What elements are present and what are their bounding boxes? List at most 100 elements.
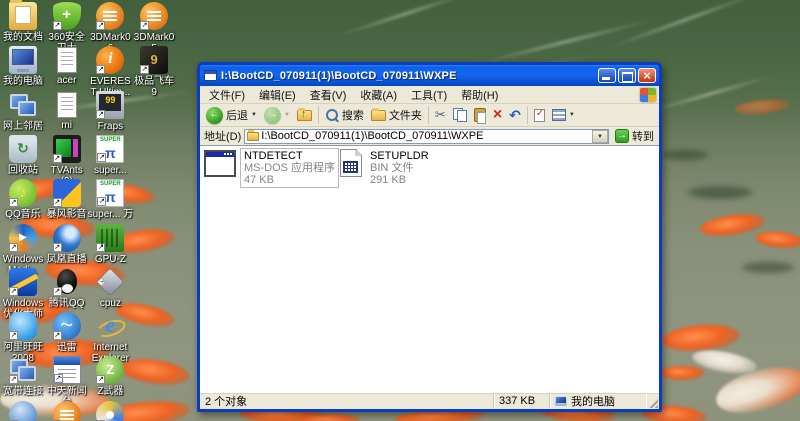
desktop-icon-image [52, 268, 81, 296]
desktop-icon[interactable] [87, 400, 133, 421]
menu-item[interactable]: 查看(V) [303, 86, 354, 104]
desktop-icon[interactable] [0, 400, 46, 421]
desktop-icon[interactable]: 迅雷 [44, 312, 90, 353]
shortcut-arrow-icon [140, 21, 150, 30]
desktop-icon-image [96, 46, 125, 75]
window-title: I:\BootCD_070911(1)\BootCD_070911\WXPE [221, 69, 457, 82]
desktop-icon-image [9, 46, 37, 75]
desktop-icon[interactable]: 腾讯QQ [44, 268, 90, 309]
menu-item[interactable]: 工具(T) [404, 86, 454, 104]
minimize-button[interactable] [598, 68, 616, 83]
menu-item[interactable]: 文件(F) [202, 86, 252, 104]
address-input[interactable] [259, 129, 592, 143]
folder-window-icon [204, 70, 217, 81]
shortcut-arrow-icon [52, 198, 62, 208]
desktop-icon-image [52, 356, 81, 385]
desktop-icon[interactable]: GPU-Z [87, 223, 133, 265]
desktop-icon-label: Fraps [97, 120, 124, 132]
desktop-icon[interactable]: 我的电脑 [0, 46, 46, 87]
window-titlebar[interactable]: I:\BootCD_070911(1)\BootCD_070911\WXPE [200, 65, 659, 86]
desktop-icon[interactable]: Z武器 [87, 356, 133, 397]
shortcut-arrow-icon [52, 242, 62, 252]
go-arrow-icon [615, 129, 629, 143]
shortcut-arrow-icon [52, 21, 62, 30]
forward-dropdown-caret[interactable] [284, 112, 290, 118]
file-text: SETUPLDR BIN 文件 291 KB [367, 149, 432, 187]
status-total-size: 337 KB [494, 393, 550, 409]
toolbar-separator [427, 106, 429, 124]
status-location-label: 我的电脑 [571, 396, 615, 408]
desktop-icon-image [9, 0, 37, 30]
desktop: 我的文档 360安全卫士 3DMark06 3DMark05 我的电脑 [0, 0, 800, 421]
menu-item[interactable]: 收藏(A) [353, 86, 404, 104]
desktop-icon-image [52, 179, 81, 208]
desktop-icon-label: 我的文档 [3, 32, 43, 43]
desktop-icon[interactable]: QQ音乐 [0, 179, 46, 220]
desktop-icon[interactable] [44, 400, 90, 421]
back-label: 后退 [226, 110, 248, 122]
resize-grip[interactable] [646, 393, 659, 409]
desktop-icon[interactable]: 回收站 [0, 134, 46, 176]
desktop-icon[interactable]: 极品飞车 9 [131, 46, 177, 98]
desktop-icon[interactable]: Fraps [87, 90, 133, 132]
file-item[interactable]: SETUPLDR BIN 文件 291 KB [335, 149, 432, 187]
desktop-icon-label: GPU-Z [94, 253, 126, 265]
desktop-icon-image [52, 223, 81, 252]
address-dropdown-button[interactable] [592, 129, 608, 143]
shortcut-arrow-icon [52, 153, 62, 163]
desktop-icon-image [96, 2, 125, 30]
folders-button[interactable]: 文件夹 [368, 106, 425, 124]
copy-button[interactable] [450, 107, 470, 123]
desktop-icon-image [96, 179, 125, 208]
desktop-icon[interactable]: 暴风影音 [44, 179, 90, 220]
desktop-icon[interactable]: super... [87, 134, 133, 176]
search-label: 搜索 [341, 110, 364, 122]
views-button[interactable] [549, 108, 578, 122]
shortcut-arrow-icon [52, 331, 62, 341]
desktop-icon-label: 暴风影音 [46, 209, 87, 221]
shortcut-arrow-icon [96, 109, 106, 119]
undo-button[interactable] [506, 107, 524, 124]
shortcut-arrow-icon [96, 21, 106, 30]
paste-button[interactable] [471, 107, 489, 124]
shortcut-arrow-icon [9, 198, 18, 208]
back-button[interactable]: 后退 [203, 106, 260, 125]
desktop-icon[interactable]: acer [44, 46, 90, 86]
desktop-icon-image [9, 400, 37, 421]
views-dropdown-caret[interactable] [569, 112, 575, 118]
go-button[interactable]: 转到 [612, 128, 657, 144]
menu-item[interactable]: 帮助(H) [454, 86, 505, 104]
desktop-icon[interactable]: cpuz [87, 267, 133, 309]
back-icon [206, 106, 223, 124]
back-dropdown-caret[interactable] [251, 112, 257, 118]
desktop-icon[interactable]: 宽带连接 [0, 356, 46, 397]
desktop-icon[interactable]: 我的文档 [0, 0, 46, 43]
menu-item[interactable]: 编辑(E) [252, 86, 303, 104]
cut-icon [435, 108, 446, 122]
folder-up-icon [296, 107, 312, 121]
cut-button[interactable] [432, 107, 449, 123]
desktop-icon-label: super... 万 [87, 209, 134, 221]
search-button[interactable]: 搜索 [322, 106, 367, 124]
desktop-icon[interactable]: 网上邻居 [0, 91, 46, 132]
up-button[interactable] [294, 107, 315, 122]
desktop-icon[interactable]: mi [44, 91, 90, 131]
folders-icon [370, 107, 386, 121]
page-check-icon [533, 108, 545, 122]
close-button[interactable] [638, 68, 656, 83]
desktop-icon-image [52, 2, 81, 30]
file-item[interactable]: NTDETECT MS-DOS 应用程序 47 KB [204, 148, 340, 188]
maximize-button[interactable] [618, 68, 636, 83]
forward-icon [263, 106, 281, 124]
desktop-icon[interactable]: super... 万 [87, 179, 133, 220]
statusbar: 2 个对象 337 KB 我的电脑 [200, 392, 659, 409]
folder-options-button[interactable] [531, 108, 548, 123]
desktop-icon[interactable]: 凤凰直播 [44, 223, 90, 265]
menubar: 文件(F) 编辑(E) 查看(V) 收藏(A) 工具(T) 帮助(H) [200, 86, 659, 104]
go-label: 转到 [632, 131, 654, 143]
desktop-icon-image [9, 223, 37, 252]
shortcut-arrow-icon [97, 152, 107, 162]
delete-button[interactable] [490, 107, 505, 123]
forward-button[interactable] [261, 106, 293, 125]
file-list-area[interactable]: NTDETECT MS-DOS 应用程序 47 KB SETUPLDR BIN … [200, 146, 659, 392]
